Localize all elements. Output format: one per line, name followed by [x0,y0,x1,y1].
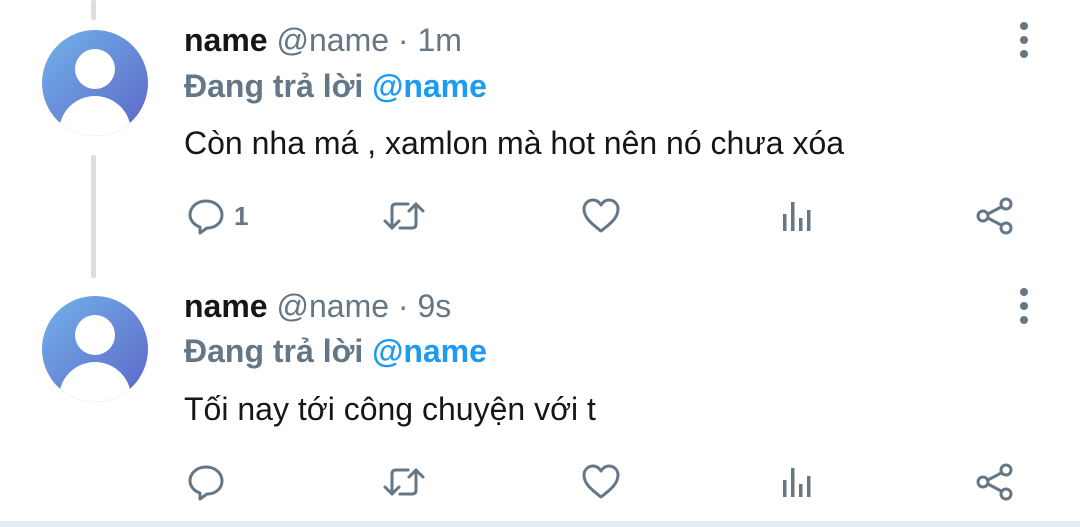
user-handle[interactable]: @name [276,288,389,324]
display-name[interactable]: name [184,288,268,324]
share-icon [976,197,1013,235]
more-vertical-icon-dot [1020,36,1028,44]
heart-icon [582,464,620,499]
tweet-text: Còn nha má , xamlon mà hot nên nó chưa x… [184,125,845,161]
replying-prefix: Đang trả lời [184,333,364,369]
heart-icon [582,198,620,233]
tweet-actions [0,457,1080,507]
display-name[interactable]: name [184,22,268,58]
timestamp[interactable]: 9s [417,288,451,324]
share-button[interactable] [974,457,1016,507]
share-button[interactable] [974,191,1016,241]
avatar[interactable] [42,30,148,136]
more-vertical-icon [1020,22,1028,30]
tweet-text: Tối nay tới công chuyện với t [184,391,596,427]
reply-button[interactable]: 1 [186,191,248,241]
share-icon [976,463,1013,501]
avatar-head [75,49,115,89]
mention-link[interactable]: @name [372,68,487,104]
reply-icon [188,465,224,501]
analytics-button[interactable] [780,191,816,241]
separator-dot: · [397,288,409,324]
separator-dot: · [397,22,409,58]
replying-prefix: Đang trả lời [184,68,364,104]
avatar-shoulders [59,96,131,136]
timestamp[interactable]: 1m [417,22,461,58]
user-handle[interactable]: @name [276,22,389,58]
more-vertical-icon-dot [1020,50,1028,58]
avatar-shoulders [59,362,131,402]
more-vertical-icon-dot [1020,316,1028,324]
tweet-header: name @name · 1m [184,20,462,60]
tweet-1[interactable]: name @name · 1m Đang trả lời @name Còn n… [0,0,1080,270]
avatar[interactable] [42,296,148,402]
analytics-icon [783,468,811,497]
tweet-2[interactable]: name @name · 9s Đang trả lời @name Tối n… [0,270,1080,521]
reply-count: 1 [234,200,249,231]
reply-button[interactable] [186,457,234,507]
retweet-button[interactable] [382,191,426,241]
like-button[interactable] [580,457,622,507]
tweet-header: name @name · 9s [184,286,451,326]
analytics-icon [783,202,811,231]
tweet-divider [0,521,1080,527]
replying-to: Đang trả lời @name [184,66,487,106]
mention-link[interactable]: @name [372,333,487,369]
analytics-button[interactable] [780,457,816,507]
retweet-icon [383,468,425,496]
avatar-head [75,315,115,355]
more-vertical-icon [1020,288,1028,296]
retweet-icon [383,202,425,230]
retweet-button[interactable] [382,457,426,507]
more-vertical-icon-dot [1020,302,1028,310]
more-options-button[interactable] [1004,18,1044,62]
reply-icon [188,199,224,235]
replying-to: Đang trả lời @name [184,331,487,371]
more-options-button[interactable] [1004,284,1044,328]
tweet-actions: 1 [0,191,1080,241]
like-button[interactable] [580,191,622,241]
